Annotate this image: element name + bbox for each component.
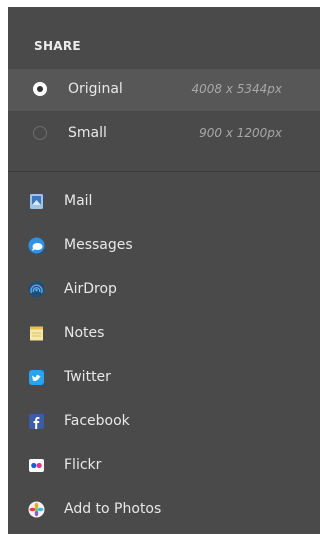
- share-item-label: Facebook: [64, 413, 130, 429]
- divider: [8, 171, 320, 172]
- size-option-original[interactable]: Original 4008 x 5344px: [8, 69, 320, 111]
- twitter-icon: [28, 369, 45, 386]
- share-item-label: Add to Photos: [64, 501, 162, 517]
- share-title: SHARE: [34, 39, 81, 53]
- share-item-add-to-photos[interactable]: Add to Photos: [8, 492, 320, 528]
- facebook-icon: [28, 413, 45, 430]
- share-item-notes[interactable]: Notes: [8, 316, 320, 352]
- flickr-icon: [28, 457, 45, 474]
- size-dims-small: 900 x 1200px: [199, 126, 282, 140]
- mail-icon: [28, 193, 45, 210]
- notes-icon: [28, 325, 45, 342]
- photos-icon: [28, 501, 45, 518]
- share-item-label: Mail: [64, 193, 93, 209]
- size-dims-original: 4008 x 5344px: [191, 82, 282, 96]
- share-item-twitter[interactable]: Twitter: [8, 360, 320, 396]
- radio-selected-icon[interactable]: [33, 82, 47, 96]
- size-label-small: Small: [68, 125, 107, 141]
- share-item-airdrop[interactable]: AirDrop: [8, 272, 320, 308]
- share-item-label: Notes: [64, 325, 105, 341]
- messages-icon: [28, 237, 45, 254]
- share-item-messages[interactable]: Messages: [8, 228, 320, 264]
- share-panel: SHARE Original 4008 x 5344px Small 900 x…: [8, 7, 320, 534]
- airdrop-icon: [28, 281, 45, 298]
- share-item-mail[interactable]: Mail: [8, 184, 320, 220]
- share-item-label: Messages: [64, 237, 133, 253]
- share-item-label: AirDrop: [64, 281, 117, 297]
- share-item-label: Twitter: [64, 369, 111, 385]
- share-item-flickr[interactable]: Flickr: [8, 448, 320, 484]
- share-item-facebook[interactable]: Facebook: [8, 404, 320, 440]
- radio-unselected-icon[interactable]: [33, 126, 47, 140]
- share-item-label: Flickr: [64, 457, 102, 473]
- size-label-original: Original: [68, 81, 123, 97]
- size-option-small[interactable]: Small 900 x 1200px: [8, 113, 320, 155]
